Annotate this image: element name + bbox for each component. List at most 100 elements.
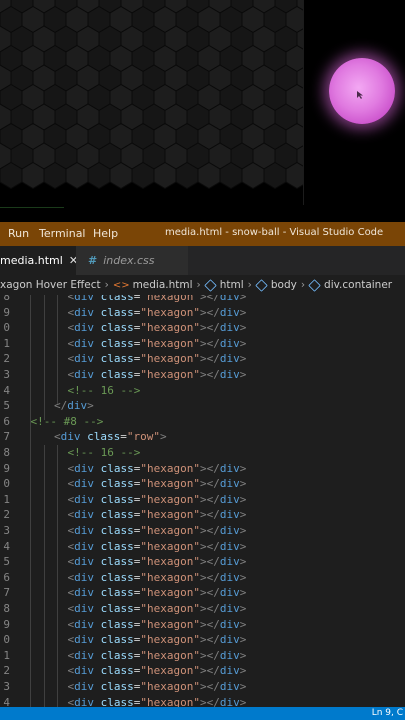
code-line[interactable]: 3 <div class="hexagon"></div> <box>0 523 405 539</box>
code-text: <div class="hexagon"></div> <box>67 321 247 335</box>
status-bar: Ln 9, C <box>0 707 405 720</box>
indent-guide <box>43 295 45 420</box>
line-number: 8 <box>3 295 10 303</box>
indent-guide <box>57 295 58 405</box>
code-text: <!-- #8 --> <box>30 414 104 428</box>
line-number: 1 <box>3 336 10 350</box>
code-text: <div class="hexagon"></div> <box>67 524 247 537</box>
code-line[interactable]: 1 <div class="hexagon"></div> <box>0 336 405 352</box>
menu-terminal[interactable]: Terminal <box>39 227 86 240</box>
code-line[interactable]: 1 <div class="hexagon"></div> <box>0 648 405 664</box>
code-line[interactable]: 4 <!-- 16 --> <box>0 383 405 399</box>
code-text: <div class="hexagon"></div> <box>67 477 247 491</box>
line-number: 1 <box>3 648 10 662</box>
line-number: 9 <box>3 305 10 319</box>
code-line[interactable]: 6 <!-- #8 --> <box>0 414 405 430</box>
code-line[interactable]: 8 <!-- 16 --> <box>0 445 405 461</box>
title-bar: Run Terminal Help media.html - snow-ball… <box>0 222 405 246</box>
cursor-position[interactable]: Ln 9, C <box>372 708 403 718</box>
indent-guide <box>57 445 58 707</box>
indent-guide <box>43 445 45 707</box>
line-number: 1 <box>3 492 10 506</box>
breadcrumb: xagon Hover Effect › <> media.html › htm… <box>0 275 405 295</box>
line-number: 4 <box>3 383 10 397</box>
code-line[interactable]: 8 <div class="hexagon"></div> <box>0 295 405 305</box>
menu-run[interactable]: Run <box>8 227 29 240</box>
tab-media-html[interactable]: media.html ✕ <box>0 246 78 275</box>
code-line[interactable]: 6 <div class="hexagon"></div> <box>0 570 405 586</box>
line-number: 5 <box>3 399 10 413</box>
code-text: <div class="hexagon"></div> <box>67 352 247 366</box>
code-line[interactable]: 8 <div class="hexagon"></div> <box>0 601 405 617</box>
line-number: 0 <box>3 321 10 335</box>
code-text: <div class="hexagon"></div> <box>67 539 247 553</box>
line-number: 2 <box>3 352 10 366</box>
css-file-icon: # <box>88 254 98 267</box>
breadcrumb-file[interactable]: media.html <box>133 279 193 291</box>
code-text: <div class="hexagon"></div> <box>67 586 247 600</box>
code-text: <div class="hexagon"></div> <box>67 555 247 569</box>
code-line[interactable]: 3 <div class="hexagon"></div> <box>0 367 405 383</box>
line-number: 0 <box>3 477 10 491</box>
code-line[interactable]: 2 <div class="hexagon"></div> <box>0 663 405 679</box>
code-line[interactable]: 0 <div class="hexagon"></div> <box>0 476 405 492</box>
code-line[interactable]: 0 <div class="hexagon"></div> <box>0 632 405 648</box>
hexagon-grid <box>0 0 303 190</box>
line-number: 3 <box>3 368 10 381</box>
code-text: <div class="hexagon"></div> <box>67 295 247 303</box>
code-line[interactable]: 2 <div class="hexagon"></div> <box>0 351 405 367</box>
code-text: </div> <box>54 399 94 413</box>
code-text: <div class="hexagon"></div> <box>67 508 247 522</box>
code-line[interactable]: 4 <div class="hexagon"></div> <box>0 695 405 707</box>
code-line[interactable]: 0 <div class="hexagon"></div> <box>0 320 405 336</box>
line-number: 8 <box>3 602 10 615</box>
code-line[interactable]: 7 <div class="hexagon"></div> <box>0 585 405 601</box>
code-line[interactable]: 9 <div class="hexagon"></div> <box>0 461 405 477</box>
code-line[interactable]: 7 <div class="row"> <box>0 429 405 445</box>
code-text: <div class="row"> <box>54 430 167 444</box>
code-text: <!-- 16 --> <box>67 383 141 397</box>
code-text: <div class="hexagon"></div> <box>67 680 247 693</box>
breadcrumb-body[interactable]: body <box>271 279 297 291</box>
chevron-right-icon: › <box>196 279 201 291</box>
breadcrumb-folder[interactable]: xagon Hover Effect <box>0 279 101 291</box>
code-text: <!-- 16 --> <box>67 446 141 459</box>
code-text: <div class="hexagon"></div> <box>67 695 247 707</box>
code-text: <div class="hexagon"></div> <box>67 648 247 662</box>
line-number: 3 <box>3 524 10 537</box>
element-icon <box>204 278 217 292</box>
line-number: 5 <box>3 555 10 569</box>
code-editor[interactable]: 8 <div class="hexagon"></div> 9 <div class=… <box>0 295 405 707</box>
preview-divider <box>303 0 304 205</box>
code-text: <div class="hexagon"></div> <box>67 461 247 475</box>
code-text: <div class="hexagon"></div> <box>67 336 247 350</box>
code-line[interactable]: 5 </div> <box>0 398 405 414</box>
live-preview <box>0 0 405 222</box>
code-text: <div class="hexagon"></div> <box>67 664 247 678</box>
indent-guide <box>30 295 31 707</box>
line-number: 0 <box>3 633 10 647</box>
tab-label: index.css <box>103 254 155 267</box>
code-line[interactable]: 9 <div class="hexagon"></div> <box>0 617 405 633</box>
code-line[interactable]: 4 <div class="hexagon"></div> <box>0 539 405 555</box>
code-line[interactable]: 3 <div class="hexagon"></div> <box>0 679 405 695</box>
code-text: <div class="hexagon"></div> <box>67 305 247 319</box>
line-number: 9 <box>3 461 10 475</box>
tab-label: media.html <box>0 254 63 267</box>
code-text: <div class="hexagon"></div> <box>67 492 247 506</box>
code-line[interactable]: 2 <div class="hexagon"></div> <box>0 507 405 523</box>
code-line[interactable]: 5 <div class="hexagon"></div> <box>0 554 405 570</box>
menu-help[interactable]: Help <box>93 227 118 240</box>
editor-tab-bar: media.html ✕ # index.css <box>0 246 405 275</box>
breadcrumb-div-container[interactable]: div.container <box>324 279 392 291</box>
line-number: 2 <box>3 508 10 522</box>
line-number: 6 <box>3 414 10 428</box>
code-line[interactable]: 9 <div class="hexagon"></div> <box>0 305 405 321</box>
tab-index-css[interactable]: # index.css <box>76 246 188 275</box>
code-text: <div class="hexagon"></div> <box>67 633 247 647</box>
line-number: 4 <box>3 539 10 553</box>
breadcrumb-html[interactable]: html <box>220 279 244 291</box>
preview-scroll-line <box>0 207 64 208</box>
line-number: 6 <box>3 570 10 584</box>
code-line[interactable]: 1 <div class="hexagon"></div> <box>0 492 405 508</box>
